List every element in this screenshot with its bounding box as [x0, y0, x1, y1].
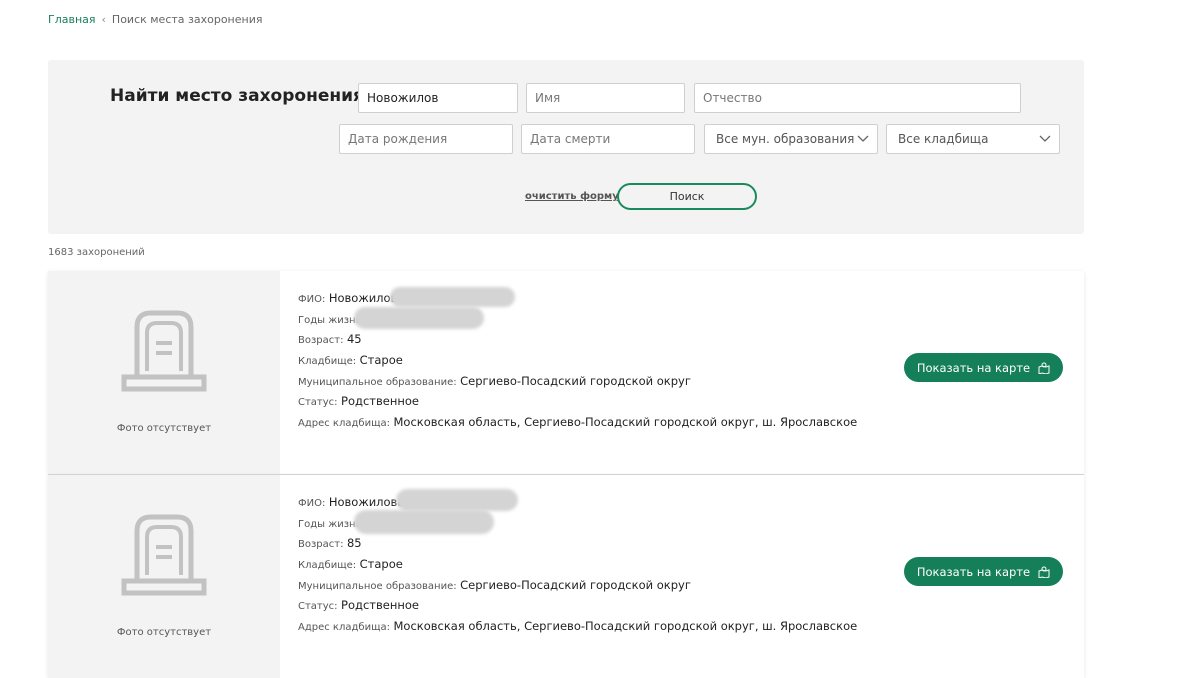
no-photo-caption: Фото отсутствует — [116, 627, 212, 638]
result-card: Фото отсутствует ФИО: Новожилова Годы жи… — [48, 475, 1084, 678]
redaction-blur — [354, 307, 484, 329]
birth-date-input[interactable] — [339, 124, 513, 154]
municipality-label: Муниципальное образование: — [298, 580, 457, 592]
map-icon — [1038, 362, 1050, 374]
address-value: Московская область, Сергиево-Посадский г… — [393, 415, 858, 430]
redaction-blur — [390, 287, 515, 307]
no-photo-caption: Фото отсутствует — [116, 423, 212, 434]
death-date-input[interactable] — [521, 124, 695, 154]
tombstone-icon — [121, 514, 207, 596]
municipality-select[interactable]: Все мун. образования — [704, 124, 878, 154]
photo-placeholder: Фото отсутствует — [48, 271, 280, 474]
breadcrumb-current: Поиск места захоронения — [111, 13, 263, 26]
redaction-blur — [396, 489, 518, 511]
patronymic-input[interactable] — [694, 83, 1021, 113]
address-label: Адрес кладбища: — [298, 622, 390, 634]
status-label: Статус: — [298, 601, 338, 613]
show-on-map-button[interactable]: Показать на карте — [904, 557, 1063, 586]
address-value: Московская область, Сергиево-Посадский г… — [393, 619, 858, 634]
municipality-select-value: Все мун. образования — [716, 132, 855, 146]
status-value: Родственное — [341, 394, 419, 409]
breadcrumb-home-link[interactable]: Главная — [48, 13, 96, 26]
breadcrumb: Главная ‹ Поиск места захоронения — [48, 13, 262, 26]
results-count: 1683 захоронений — [48, 247, 145, 258]
cemetery-value: Старое — [359, 353, 403, 368]
last-name-input[interactable] — [358, 83, 518, 113]
status-value: Родственное — [341, 598, 419, 613]
fio-label: ФИО: — [298, 498, 326, 509]
chevron-down-icon — [1039, 135, 1051, 142]
search-title: Найти место захоронения — [110, 86, 364, 106]
municipality-value: Сергиево-Посадский городской округ — [460, 373, 691, 388]
cemetery-value: Старое — [359, 557, 403, 572]
fio-value: Новожилов — [328, 291, 398, 305]
status-label: Статус: — [298, 397, 338, 409]
search-panel: Найти место захоронения Все мун. образов… — [48, 60, 1084, 234]
cemetery-select[interactable]: Все кладбища — [886, 124, 1060, 154]
municipality-value: Сергиево-Посадский городской округ — [460, 577, 691, 592]
search-button[interactable]: Поиск — [617, 183, 757, 210]
show-on-map-button[interactable]: Показать на карте — [904, 353, 1063, 382]
tombstone-icon — [121, 310, 207, 392]
fio-label: ФИО: — [298, 294, 326, 305]
cemetery-label: Кладбище: — [298, 560, 357, 572]
result-card: Фото отсутствует ФИО: Новожилов Годы жиз… — [48, 271, 1084, 474]
redaction-blur — [354, 510, 494, 534]
cemetery-select-value: Все кладбища — [898, 132, 989, 146]
clear-form-link[interactable]: очистить форму — [525, 191, 619, 202]
age-value: 45 — [346, 332, 362, 347]
chevron-left-icon: ‹ — [101, 13, 106, 26]
show-on-map-label: Показать на карте — [916, 564, 1031, 579]
photo-placeholder: Фото отсутствует — [48, 475, 280, 678]
chevron-down-icon — [857, 135, 869, 142]
fio-value: Новожилова — [328, 495, 405, 509]
cemetery-label: Кладбище: — [298, 356, 357, 368]
age-label: Возраст: — [298, 539, 344, 551]
first-name-input[interactable] — [526, 83, 685, 113]
map-icon — [1038, 566, 1050, 578]
age-label: Возраст: — [298, 335, 344, 347]
age-value: 85 — [346, 536, 362, 551]
address-label: Адрес кладбища: — [298, 418, 390, 430]
show-on-map-label: Показать на карте — [916, 360, 1031, 375]
municipality-label: Муниципальное образование: — [298, 376, 457, 388]
